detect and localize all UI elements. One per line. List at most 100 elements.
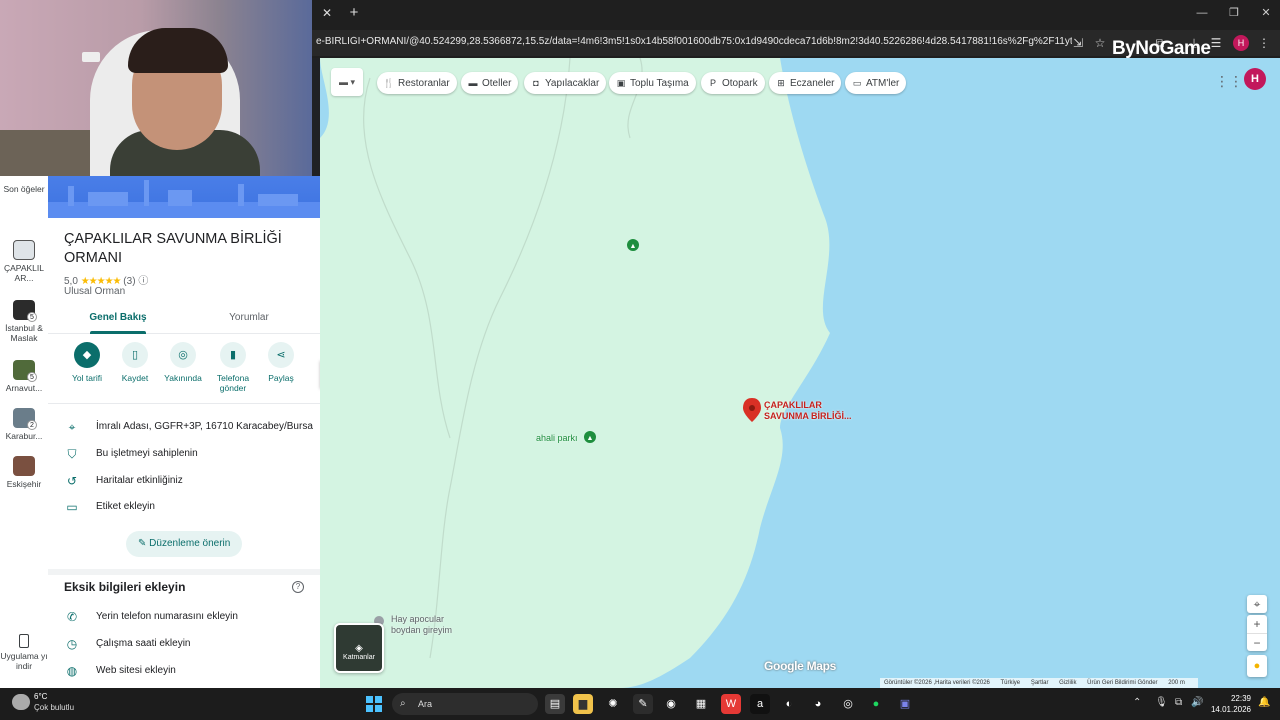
teams-icon[interactable]: ▣	[895, 694, 915, 714]
browser-profile-avatar[interactable]: H	[1233, 35, 1249, 51]
chatgpt-icon[interactable]: ✺	[603, 694, 623, 714]
rail-item-capaklilar[interactable]: ÇAPAKLIL AR...	[0, 240, 48, 283]
atm-icon: ▭	[852, 78, 862, 88]
layers-button[interactable]: ◈ Katmanlar	[334, 623, 384, 673]
label-icon: ▭	[66, 500, 78, 514]
rail-item-label: İstanbul & Maslak	[5, 323, 43, 343]
map-canvas[interactable]: ▲ ▲ ▬ ▾ 🍴 Restoranlar ▬ Oteller ◘ Yapılacak…	[320, 58, 1280, 688]
new-tab-button[interactable]: +	[344, 0, 364, 26]
save-button[interactable]: ▯ Kaydet	[110, 342, 160, 383]
tray-chevron-icon[interactable]: ⌃	[1133, 697, 1141, 708]
add-website-row[interactable]: ◍ Web sitesi ekleyin	[64, 662, 310, 680]
rail-item-label: Eskişehir	[6, 479, 42, 489]
task-view-icon[interactable]: ▤	[545, 694, 565, 714]
place-pin-label[interactable]: ÇAPAKLILAR SAVUNMA BİRLİĞİ...	[764, 400, 852, 422]
google-apps-icon[interactable]: ⋮⋮⋮	[1215, 72, 1257, 90]
rail-item-label: Arnavut...	[5, 383, 43, 393]
chip-label: Yapılacaklar	[545, 78, 600, 89]
phone-icon	[19, 634, 29, 648]
file-explorer-icon[interactable]: ▆	[573, 694, 593, 714]
rail-item-label: ÇAPAKLIL AR...	[3, 263, 44, 283]
hero-skyline-illustration	[48, 180, 320, 218]
rail-recent[interactable]: Son öğeler	[0, 184, 48, 194]
rail-item-arnavut[interactable]: 5 Arnavut...	[0, 360, 48, 393]
poi-label[interactable]: Hay apocular boydan gireyim	[391, 614, 452, 636]
send-to-phone-button[interactable]: ▮ Telefona gönder	[208, 342, 258, 393]
suggest-edit-button[interactable]: ✎ Düzenleme önerin	[126, 531, 243, 557]
claim-business-row[interactable]: ⛉ Bu işletmeyi sahiplenin	[64, 445, 310, 463]
close-tab-icon[interactable]: ✕	[312, 0, 342, 26]
network-icon[interactable]: ⧉	[1175, 697, 1182, 708]
windows-start-icon[interactable]	[366, 696, 382, 712]
street-view-pegman-icon[interactable]: ●	[1247, 655, 1267, 677]
suggest-edit-label: Düzenleme önerin	[149, 538, 231, 549]
bookmark-star-icon[interactable]: ☆	[1092, 35, 1108, 51]
tab-overview[interactable]: Genel Bakış	[58, 312, 178, 323]
install-app-icon[interactable]: ⇲	[1070, 35, 1086, 51]
chip-atms[interactable]: ▭ ATM'ler	[845, 72, 907, 94]
windows-taskbar: 6°C Çok bulutlu ⌕ Ara ▤ ▆ ✺ ◉ ✎ ▦ W a ◐ …	[0, 688, 1280, 720]
edit-app-icon[interactable]: ✎	[633, 694, 653, 714]
chrome-icon[interactable]: ◐	[779, 694, 799, 714]
parking-icon: P	[709, 78, 716, 88]
input-tools-button[interactable]: ▬ ▾	[331, 68, 363, 96]
address-row[interactable]: ⌖ İmralı Adası, GGFR+3P, 16710 Karacabey…	[64, 418, 313, 436]
temperature: 6°C	[34, 692, 48, 701]
chip-pharmacies[interactable]: ⊞ Eczaneler	[769, 72, 842, 94]
webcam-overlay	[0, 0, 312, 176]
discord-icon[interactable]: ◕	[808, 694, 828, 714]
tab-reviews[interactable]: Yorumlar	[189, 312, 309, 323]
chip-things-to-do[interactable]: ◘ Yapılacaklar	[524, 72, 607, 94]
notification-icon[interactable]: 🔔	[1258, 697, 1270, 708]
maps-activity-row[interactable]: ↺ Haritalar etkinliğiniz	[64, 472, 310, 490]
volume-icon[interactable]: 🔊	[1191, 697, 1203, 708]
share-label: Paylaş	[268, 373, 294, 383]
help-icon[interactable]: ?	[292, 581, 304, 593]
rail-item-eskisehir[interactable]: Eskişehir	[0, 456, 48, 489]
minimize-icon[interactable]: —	[1191, 4, 1213, 22]
system-clock[interactable]: 22:39 14.01.2026	[1207, 693, 1251, 715]
chip-transit[interactable]: ▣ Toplu Taşıma	[609, 72, 696, 94]
steam-icon[interactable]: ◉	[661, 694, 681, 714]
privacy-link[interactable]: Gizlilik	[1059, 680, 1076, 686]
add-label-row[interactable]: ▭ Etiket ekleyin	[64, 498, 310, 516]
obs-icon[interactable]: ◎	[838, 694, 858, 714]
region-link[interactable]: Türkiye	[1000, 680, 1020, 686]
info-icon[interactable]: ⓘ	[138, 276, 148, 287]
place-hero-image[interactable]	[48, 176, 320, 218]
my-location-button[interactable]: ⌖	[1247, 595, 1267, 613]
zoom-in-button[interactable]: +	[1247, 615, 1267, 633]
feedback-link[interactable]: Ürün Geri Bildirimi Gönder	[1087, 680, 1157, 686]
rail-item-istanbul[interactable]: 5 İstanbul & Maslak	[0, 300, 48, 343]
winrar-icon[interactable]: W	[721, 694, 741, 714]
install-app-button[interactable]: Uygulama yı indir	[0, 634, 48, 671]
nearby-button[interactable]: ◎ Yakınında	[158, 342, 208, 383]
chip-parking[interactable]: P Otopark	[701, 72, 765, 94]
park-label[interactable]: ahali parkı	[536, 433, 578, 443]
chip-hotels[interactable]: ▬ Oteller	[461, 72, 519, 94]
attribution-text: Görüntüler ©2026 ,Harita verileri ©2026	[884, 680, 990, 686]
browser-menu-icon[interactable]: ⋮	[1256, 35, 1272, 51]
add-phone-row[interactable]: ✆ Yerin telefon numarasını ekleyin	[64, 608, 310, 626]
place-category[interactable]: Ulusal Orman	[64, 286, 125, 297]
url-text[interactable]: e-BİRLİĞİ+ORMANI/@40.524299,28.5366872,1…	[316, 36, 1072, 47]
zoom-out-button[interactable]: −	[1247, 633, 1267, 651]
terms-link[interactable]: Şartlar	[1031, 680, 1049, 686]
share-button[interactable]: ⋖ Paylaş	[256, 342, 306, 383]
store-icon[interactable]: ▦	[691, 694, 711, 714]
place-thumbnail: 5	[13, 360, 37, 382]
scale-label[interactable]: 200 m	[1168, 680, 1185, 686]
taskbar-search[interactable]: ⌕ Ara	[392, 693, 538, 715]
microphone-icon[interactable]: 🎙	[1155, 697, 1168, 708]
bookmark-icon: ▯	[122, 342, 148, 368]
spotify-icon[interactable]: ●	[866, 694, 886, 714]
directions-button[interactable]: ◆ Yol tarifi	[62, 342, 112, 383]
restore-icon[interactable]: ❐	[1223, 4, 1245, 22]
add-hours-row[interactable]: ◷ Çalışma saati ekleyin	[64, 635, 310, 653]
window-close-icon[interactable]: ✕	[1255, 4, 1277, 22]
account-avatar[interactable]: H	[1244, 68, 1266, 90]
poi-label-line: Hay apocular	[391, 614, 445, 624]
chip-restaurants[interactable]: 🍴 Restoranlar	[377, 72, 457, 94]
amazon-icon[interactable]: a	[750, 694, 770, 714]
rail-item-karabur[interactable]: 2 Karabur...	[0, 408, 48, 441]
